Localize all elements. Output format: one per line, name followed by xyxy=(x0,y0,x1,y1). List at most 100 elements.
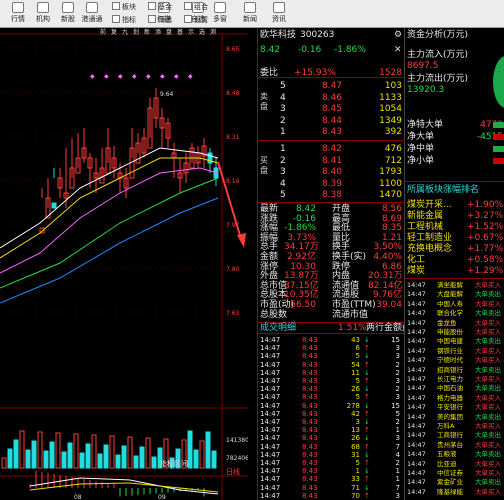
toolbar-mini-4[interactable]: 组合 xyxy=(184,1,208,13)
sector-row[interactable]: 煤炭 +1.29% xyxy=(405,266,504,276)
chart-tool-3[interactable]: 划 xyxy=(133,28,139,36)
kline-svg[interactable]: 8.65 8.48 8.31 8.14 7.97 7.80 7.63 前复九划新添盘基示选测 ◆… xyxy=(0,28,248,500)
chart-tool-8[interactable]: 示 xyxy=(188,29,194,36)
kline-chart-pane[interactable]: 8.65 8.48 8.31 8.14 7.97 7.80 7.63 前复九划新添盘基示选测 ◆… xyxy=(0,28,248,500)
chart-tool-9[interactable]: 选 xyxy=(199,28,205,36)
stat-row: 振幅 3.73% 量比 1.21 xyxy=(258,233,404,243)
tick-row: 14:47 8.43 5 ↓ 3 xyxy=(258,352,404,360)
chart-tool-5[interactable]: 添 xyxy=(155,28,161,36)
tick-arrow-icon: ↓ xyxy=(364,352,370,361)
tick-arrow-icon: ↑ xyxy=(364,491,370,500)
tick-price: 8.43 xyxy=(302,393,318,402)
far-ticks-separator xyxy=(405,278,504,279)
volume-bar xyxy=(37,431,43,469)
price-axis-label: 8.48 xyxy=(226,90,240,97)
tick-row: 14:47 8.43 31 ↓ 4 xyxy=(258,451,404,459)
volume-bar xyxy=(109,435,115,469)
sector-row[interactable]: 轻工制造业 +0.67% xyxy=(405,233,504,243)
big-order-row: 14:47 大盘能解 大单卖出 xyxy=(405,290,504,299)
chart-tool-10[interactable]: 测 xyxy=(210,28,216,36)
stat-value-2: 20.31万 xyxy=(368,271,403,282)
tick-count: 3 xyxy=(395,377,400,385)
sector-row[interactable]: 煤炭开采... +1.90% xyxy=(405,200,504,210)
sector-row[interactable]: 化工 +0.58% xyxy=(405,255,504,265)
toolbar-button-7[interactable]: 新闻 xyxy=(236,1,264,27)
tick-row: 14:47 8.43 1 ↓ 1 xyxy=(258,467,404,475)
sector-row[interactable]: 新能金属 +3.27% xyxy=(405,211,504,221)
big-order-row: 14:47 满坐能解 大单买入 xyxy=(405,281,504,290)
big-order-row: 14:47 宁德时代 大单买入 xyxy=(405,356,504,365)
high-price-label: 9.64 xyxy=(160,91,174,98)
big-order-type: 大单买入 xyxy=(475,318,501,327)
sector-row[interactable]: 工程机械 +1.52% xyxy=(405,222,504,232)
fund-flow-row: 净中单 xyxy=(405,144,504,154)
close-icon[interactable]: ✕ xyxy=(394,45,402,55)
tick-count: 1 xyxy=(395,467,400,476)
big-order-stock: 平安银行 xyxy=(437,403,463,412)
toolbar-button-3[interactable]: 港通通 xyxy=(78,1,106,27)
main-toolbar: 行情 机构 新股 港通通 扫描 自选 多窗 新闻 资讯 板块 指标 基金 筛选 组合 设置 xyxy=(0,0,504,28)
toolbar-label: 新闻 xyxy=(243,15,257,23)
chart-tool-7[interactable]: 基 xyxy=(177,28,183,36)
chart-tool-6[interactable]: 盘 xyxy=(166,28,172,36)
big-order-type: 大单买入 xyxy=(475,281,501,289)
sector-pct: +1.29% xyxy=(467,266,504,276)
ask-row-4: 4 8.46 1133 xyxy=(258,93,404,103)
tick-price: 8.43 xyxy=(302,483,318,492)
ask-level: 3 xyxy=(280,104,286,114)
tick-count: 3 xyxy=(395,352,400,361)
volume-bar xyxy=(73,433,79,469)
toolbar-icon xyxy=(37,2,49,13)
chart-tool-2[interactable]: 九 xyxy=(122,28,128,36)
big-order-stock: 长江电力 xyxy=(437,375,463,383)
volume-bar xyxy=(61,451,67,469)
stat-row: 金额 2.92亿 换手(实) 4.40% xyxy=(258,252,404,262)
toolbar-button-8[interactable]: 资讯 xyxy=(265,1,293,27)
last-price: 8.42 xyxy=(260,45,281,55)
bid-row-2: 2 8.41 712 xyxy=(258,156,404,166)
chart-tool-0[interactable]: 前 xyxy=(100,28,106,36)
toolbar-label: 资讯 xyxy=(272,15,286,23)
toolbar-button-6[interactable]: 多窗 xyxy=(206,1,234,27)
tick-volume: 3 xyxy=(355,418,360,426)
macd-title: 指标区间 xyxy=(160,459,188,468)
toolbar-button-0[interactable]: 行情 xyxy=(4,1,32,27)
toolbar-mini-2[interactable]: 基金 xyxy=(148,1,172,13)
tick-price: 8.43 xyxy=(302,336,318,344)
volume-bar xyxy=(7,448,13,469)
settings-icon[interactable]: ⚙ xyxy=(394,30,402,40)
toolbar-label: 港通通 xyxy=(81,15,103,23)
tick-count: 2 xyxy=(395,418,400,426)
big-order-type: 大单卖出 xyxy=(475,412,501,421)
tick-row: 14:47 8.43 5 ↑ 3 xyxy=(258,393,404,401)
sector-title-row: 所属板块涨幅排名 xyxy=(405,185,504,195)
chart-tool-1[interactable]: 复 xyxy=(111,28,117,36)
big-order-time: 14:47 xyxy=(407,384,426,393)
ask-row-2: 2 8.44 1349 xyxy=(258,116,404,126)
tick-price: 8.43 xyxy=(302,385,318,394)
ask-row-5: 5 8.47 103 xyxy=(258,81,404,91)
chart-tool-4[interactable]: 新 xyxy=(144,28,150,36)
ask-volume: 392 xyxy=(384,127,402,137)
tick-volume: 54 xyxy=(351,360,360,369)
big-order-row: 14:47 万科A 大单买入 xyxy=(405,422,504,431)
big-order-stock: 宁德时代 xyxy=(437,356,463,365)
big-order-time: 14:47 xyxy=(407,309,426,318)
inflow-value-row: 8697.5 xyxy=(405,61,504,71)
big-order-stock: 中国电建 xyxy=(437,337,463,346)
stat-row: 最新 8.42 开盘 8.56 xyxy=(258,204,404,214)
tick-price: 8.43 xyxy=(302,459,318,467)
sector-row[interactable]: 充换电概念 +1.77% xyxy=(405,244,504,254)
price-axis-label: 8.14 xyxy=(226,178,240,185)
toolbar-button-1[interactable]: 机构 xyxy=(29,1,57,27)
big-order-type: 大单买入 xyxy=(475,469,501,477)
toolbar-mini-3[interactable]: 筛选 xyxy=(148,14,172,26)
toolbar-mini-5[interactable]: 设置 xyxy=(184,14,208,26)
tick-arrow-icon: ↑ xyxy=(364,344,370,353)
tick-price: 8.43 xyxy=(302,442,318,451)
stock-header: 欧华科技 300263 ⚙ xyxy=(258,30,404,42)
toolbar-mini-1[interactable]: 指标 xyxy=(112,14,136,26)
toolbar-mini-0[interactable]: 板块 xyxy=(112,1,136,13)
sector-pct: +0.58% xyxy=(467,255,504,265)
big-order-stock: 中国石油 xyxy=(437,384,463,393)
